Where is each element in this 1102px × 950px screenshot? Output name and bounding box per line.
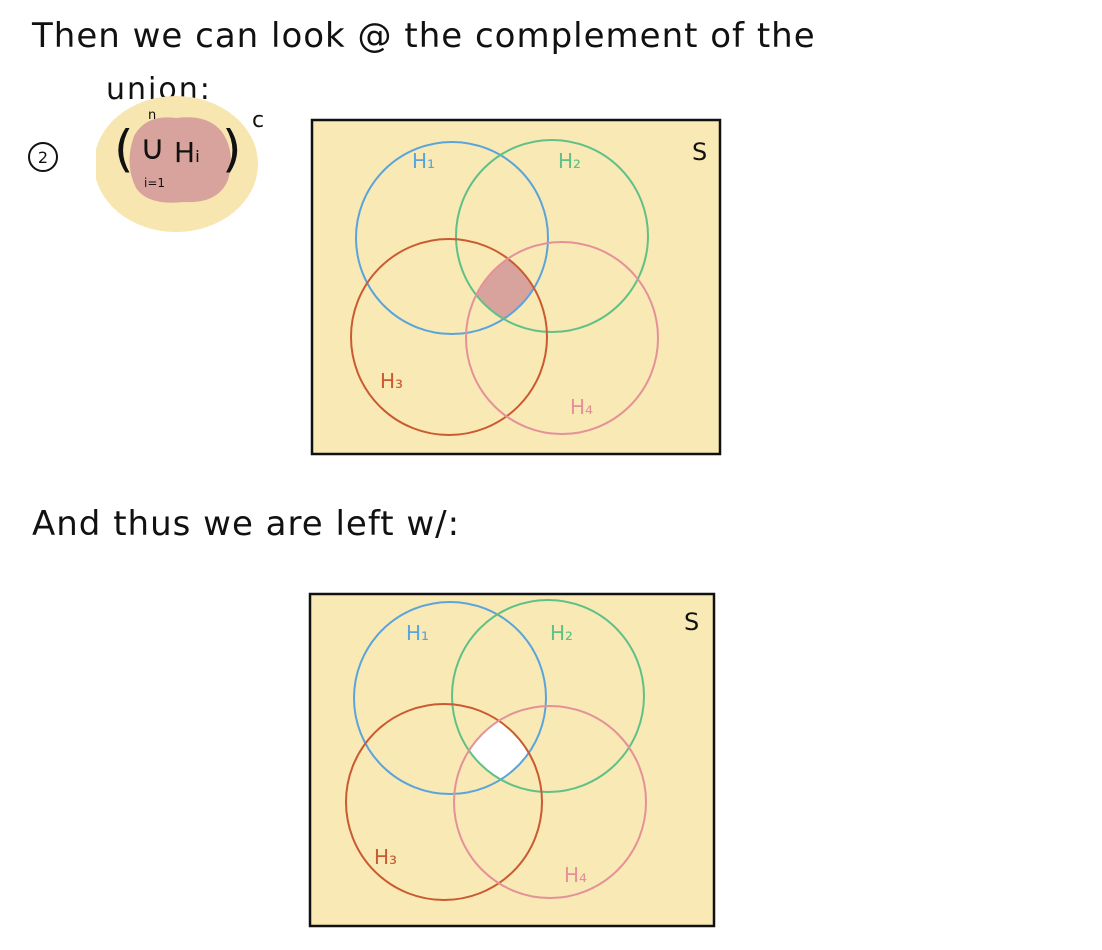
label-h1: H₁ — [406, 621, 429, 645]
label-h2: H₂ — [558, 149, 581, 173]
formula-paren-close: ) — [222, 120, 242, 178]
label-h2: H₂ — [550, 621, 573, 645]
heading-line-2: And thus we are left w/: — [32, 504, 461, 544]
formula-lower-limit: i=1 — [144, 176, 166, 190]
label-h4: H₄ — [570, 395, 593, 419]
formula-union-symbol: ∪ — [140, 128, 165, 168]
label-sample-space: S — [684, 608, 699, 636]
formula-superscript: c — [252, 108, 265, 133]
venn-diagram-complement: H₁ H₂ H₃ H₄ S — [300, 112, 740, 466]
step-number-badge: 2 — [28, 142, 58, 172]
label-h3: H₃ — [380, 369, 403, 393]
label-h1: H₁ — [412, 149, 435, 173]
label-h3: H₃ — [374, 845, 397, 869]
formula-set: Hᵢ — [174, 136, 201, 169]
label-h4: H₄ — [564, 863, 587, 887]
label-sample-space: S — [692, 138, 707, 166]
formula-upper-limit: n — [148, 108, 157, 123]
formula-paren-open: ( — [114, 120, 134, 178]
heading-line-1: Then we can look @ the complement of the — [32, 16, 816, 56]
venn-diagram-result: H₁ H₂ H₃ H₄ S — [298, 586, 728, 936]
union-complement-formula: ( n ∪ i=1 Hᵢ ) c — [94, 96, 282, 238]
